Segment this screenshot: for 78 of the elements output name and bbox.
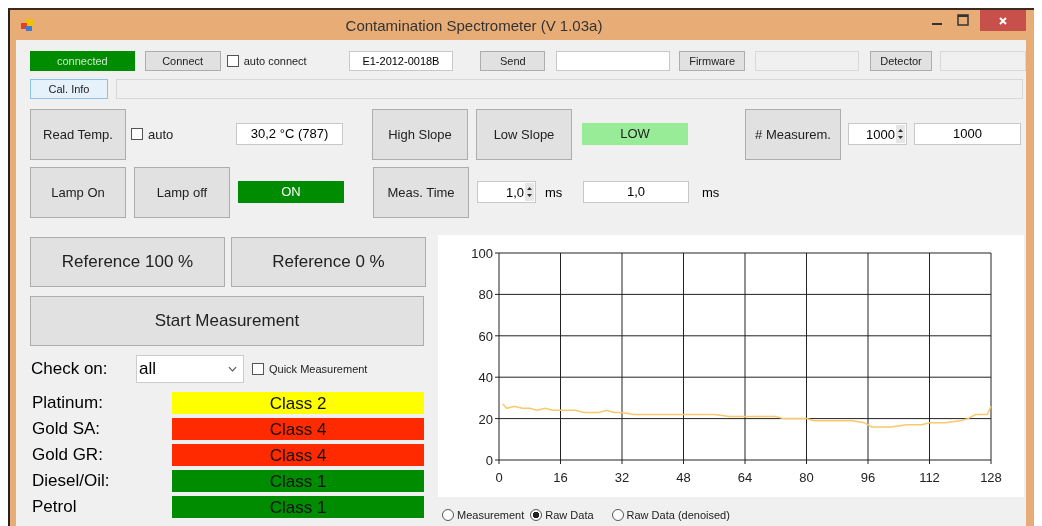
radio-label: Raw Data xyxy=(545,509,594,521)
axis-tick-label: 96 xyxy=(860,470,876,485)
spin-arrows-icon[interactable] xyxy=(525,183,534,201)
radio-button[interactable] xyxy=(611,509,624,521)
button[interactable]: Reference 100 % xyxy=(30,237,225,287)
axis-tick-label: 32 xyxy=(614,470,630,485)
slope-indicator: LOW xyxy=(582,123,688,145)
button[interactable]: Low Slope xyxy=(476,108,572,160)
button[interactable]: Start Measurement xyxy=(30,296,424,346)
axis-tick-label: 20 xyxy=(478,411,493,427)
result-bar: Class 4 xyxy=(172,418,424,440)
text-field[interactable] xyxy=(556,50,670,71)
text-field[interactable] xyxy=(940,50,1026,71)
axis-tick-label: 80 xyxy=(478,287,493,303)
button[interactable]: Detector xyxy=(869,50,933,71)
text-field[interactable]: 1,0 xyxy=(583,181,689,203)
status-indicator: connected xyxy=(30,50,135,71)
minimize-icon xyxy=(932,23,942,25)
radio-label: Measurement xyxy=(457,509,525,521)
button[interactable]: Read Temp. xyxy=(30,108,126,160)
window-title: Contamination Spectrometer (V 1.03a) xyxy=(344,16,604,34)
close-button[interactable] xyxy=(980,10,1026,31)
result-label: Gold GR: xyxy=(31,444,104,466)
button[interactable]: Reference 0 % xyxy=(231,237,426,287)
caret-icon xyxy=(228,366,237,372)
result-bar: Class 2 xyxy=(172,392,424,414)
result-bar: Class 1 xyxy=(172,470,424,492)
lamp-indicator: ON xyxy=(238,181,344,203)
text-field[interactable]: 30,2 °C (787) xyxy=(236,123,343,145)
axis-tick-label: 100 xyxy=(471,246,493,261)
text-field[interactable]: E1-2012-0018B xyxy=(348,50,454,71)
button[interactable]: Cal. Info xyxy=(30,79,108,99)
maximize-icon xyxy=(957,14,969,26)
unit-label: ms xyxy=(702,184,721,200)
axis-tick-label: 80 xyxy=(799,470,814,485)
checkbox-label: Quick Measurement xyxy=(269,363,368,375)
radio-button[interactable] xyxy=(530,509,543,521)
radio-button[interactable] xyxy=(442,509,454,521)
dropdown[interactable]: all xyxy=(136,355,244,383)
result-label: Diesel/Oil: xyxy=(31,470,111,492)
axis-tick-label: 48 xyxy=(676,470,691,485)
close-icon xyxy=(997,14,1009,27)
axis-tick-label: 0 xyxy=(485,453,493,468)
result-bar: Class 1 xyxy=(172,496,424,518)
axis-tick-label: 112 xyxy=(919,470,940,485)
app-icon xyxy=(20,18,34,32)
checkbox-label: auto connect xyxy=(243,54,308,67)
radio-label: Raw Data (denoised) xyxy=(626,509,730,521)
axis-tick-label: 64 xyxy=(737,470,753,485)
text-field[interactable] xyxy=(755,50,859,71)
spinner-field[interactable]: 1000 xyxy=(848,123,907,145)
checkbox[interactable] xyxy=(131,128,143,140)
axis-tick-label: 0 xyxy=(495,470,503,485)
checkbox[interactable] xyxy=(226,54,239,67)
button[interactable]: Connect xyxy=(144,50,221,71)
unit-label: ms xyxy=(545,184,564,200)
axis-tick-label: 16 xyxy=(553,470,568,485)
button[interactable]: Firmware xyxy=(679,50,746,71)
checkbox-label: auto xyxy=(148,126,175,142)
button[interactable]: Lamp On xyxy=(30,166,126,218)
checkbox[interactable] xyxy=(252,363,264,375)
result-bar: Class 4 xyxy=(172,444,424,466)
button[interactable]: # Measurem. xyxy=(745,108,841,160)
result-label: Petrol xyxy=(31,496,78,518)
result-label: Platinum: xyxy=(31,392,104,414)
button[interactable]: Meas. Time xyxy=(373,166,469,218)
spinner-field[interactable]: 1,0 xyxy=(477,181,536,203)
button[interactable]: High Slope xyxy=(372,108,468,160)
field-label: Check on: xyxy=(30,359,109,379)
axis-tick-label: 40 xyxy=(478,370,493,386)
button[interactable]: Send xyxy=(480,50,546,71)
axis-tick-label: 128 xyxy=(980,470,1002,485)
result-label: Gold SA: xyxy=(31,418,102,440)
text-field[interactable] xyxy=(116,79,1023,99)
spin-arrows-icon[interactable] xyxy=(896,125,905,143)
text-field[interactable]: 1000 xyxy=(914,123,1021,145)
axis-tick-label: 60 xyxy=(478,328,493,344)
button[interactable]: Lamp off xyxy=(134,166,230,218)
